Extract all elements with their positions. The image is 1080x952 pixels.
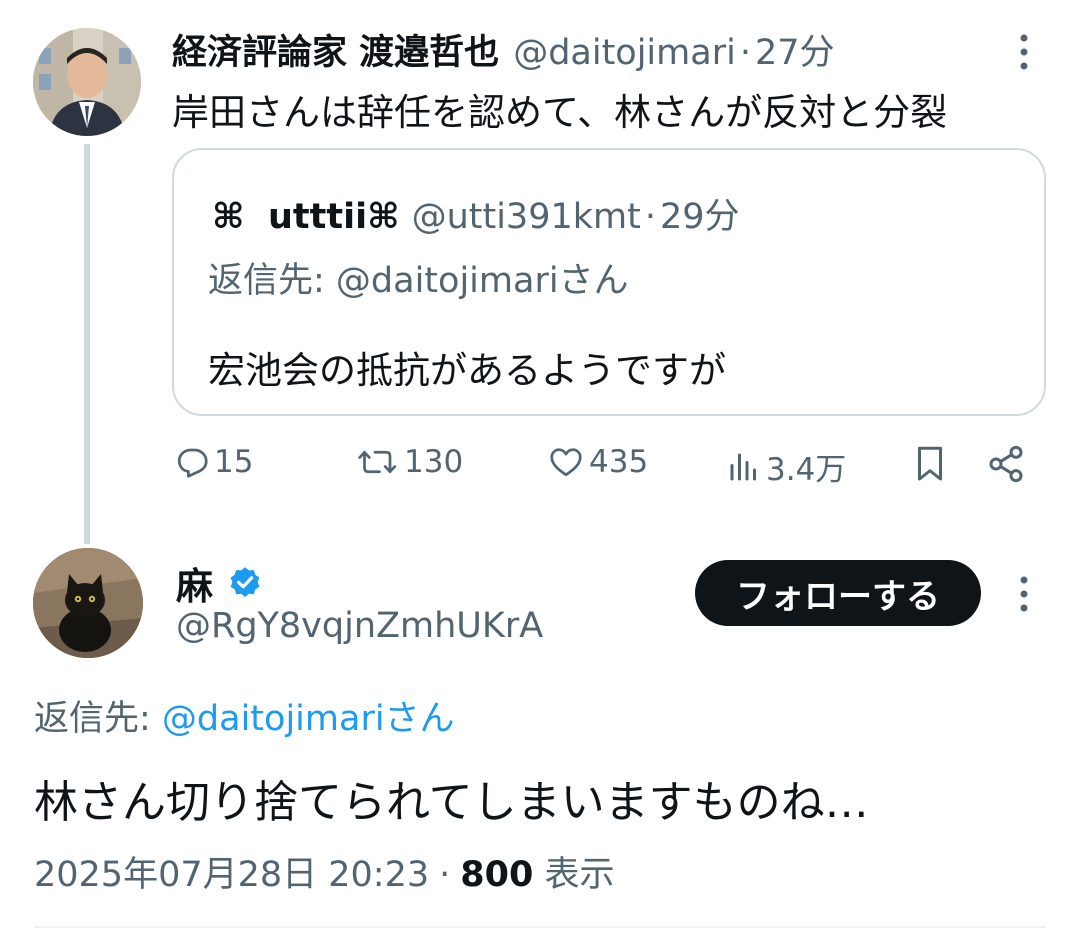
- tweet-view-count: 800: [460, 855, 534, 895]
- quoted-tweet-time: 29分: [659, 197, 740, 237]
- quoted-tweet-header: ⌘ utttii⌘ @utti391kmt · 29分: [212, 188, 740, 239]
- meta-separator: ·: [644, 197, 656, 237]
- like-button[interactable]: 435: [547, 444, 648, 480]
- retweet-icon: [358, 450, 397, 474]
- avatar-reply-author[interactable]: [33, 548, 143, 658]
- black-cat-avatar: [33, 548, 143, 658]
- views-button[interactable]: 3.4万: [726, 444, 846, 489]
- tweet-view-label: 表示: [544, 855, 615, 895]
- retweet-button[interactable]: 130: [356, 444, 463, 480]
- reply-icon: [177, 448, 208, 478]
- reply-to-handle-link[interactable]: @daitojimariさん: [162, 699, 455, 739]
- parent-author-handle[interactable]: @daitojimari: [513, 33, 736, 73]
- reply-to-label: 返信先:: [34, 699, 162, 739]
- vertical-dots-icon: [1020, 34, 1028, 70]
- parent-tweet-header: 経済評論家 渡邉哲也 @daitojimari · 27分: [172, 24, 835, 75]
- verified-badge-icon: [230, 567, 260, 597]
- reply-author-name-row[interactable]: 麻: [176, 556, 263, 610]
- more-options-icon[interactable]: [1010, 574, 1038, 618]
- parent-tweet-time[interactable]: 27分: [755, 24, 835, 75]
- share-icon: [989, 445, 1023, 483]
- tweet-timestamp[interactable]: 2025年07月28日 20:23: [34, 846, 429, 897]
- reply-to-handle: @daitojimariさん: [335, 261, 629, 301]
- reply-author-name[interactable]: 麻: [176, 556, 213, 610]
- share-button[interactable]: [986, 444, 1026, 484]
- meta-separator: ·: [439, 855, 451, 895]
- quoted-author-name: utttii⌘: [268, 197, 400, 237]
- reply-author-handle[interactable]: @RgY8vqjnZmhUKrA: [176, 606, 543, 646]
- quoted-author-avatar-icon: ⌘: [212, 197, 245, 237]
- more-options-icon[interactable]: [1010, 32, 1038, 76]
- analytics-icon: [730, 453, 756, 480]
- reply-button[interactable]: 15: [174, 444, 253, 480]
- quoted-author-handle: @utti391kmt: [411, 197, 641, 237]
- retweet-count: 130: [404, 444, 464, 480]
- view-count: 3.4万: [766, 452, 847, 488]
- avatar-parent-author[interactable]: [33, 28, 141, 136]
- bookmark-button[interactable]: [912, 444, 948, 484]
- heart-icon: [550, 448, 582, 477]
- reply-count: 15: [214, 444, 254, 480]
- follow-button[interactable]: フォローする: [695, 560, 981, 626]
- tweet-action-bar: 15 130 435 3.4万: [0, 444, 1080, 492]
- quoted-tweet-card[interactable]: ⌘ utttii⌘ @utti391kmt · 29分 返信先: @daitoj…: [172, 148, 1046, 416]
- reply-tweet-meta: 2025年07月28日 20:23 · 800 表示: [34, 846, 615, 897]
- vertical-dots-icon: [1020, 576, 1028, 612]
- reply-tweet-text: 林さん切り捨てられてしまいますものね…: [34, 777, 869, 828]
- parent-author-name[interactable]: 経済評論家 渡邉哲也: [172, 24, 499, 75]
- tweet-thread: 経済評論家 渡邉哲也 @daitojimari · 27分 岸田さんは辞任を認め…: [0, 0, 1080, 952]
- avatar-photo: [33, 28, 141, 136]
- divider: [34, 926, 1046, 928]
- quoted-reply-to: 返信先: @daitojimariさん: [208, 252, 629, 303]
- parent-tweet-text: 岸田さんは辞任を認めて、林さんが反対と分裂: [172, 91, 948, 134]
- reply-to-label: 返信先:: [208, 261, 336, 301]
- bookmark-icon: [918, 446, 942, 481]
- reply-to-line: 返信先: @daitojimariさん: [34, 690, 455, 741]
- quoted-tweet-text: 宏池会の抵抗があるようですが: [208, 349, 726, 392]
- meta-separator: ·: [739, 33, 751, 73]
- like-count: 435: [589, 444, 649, 480]
